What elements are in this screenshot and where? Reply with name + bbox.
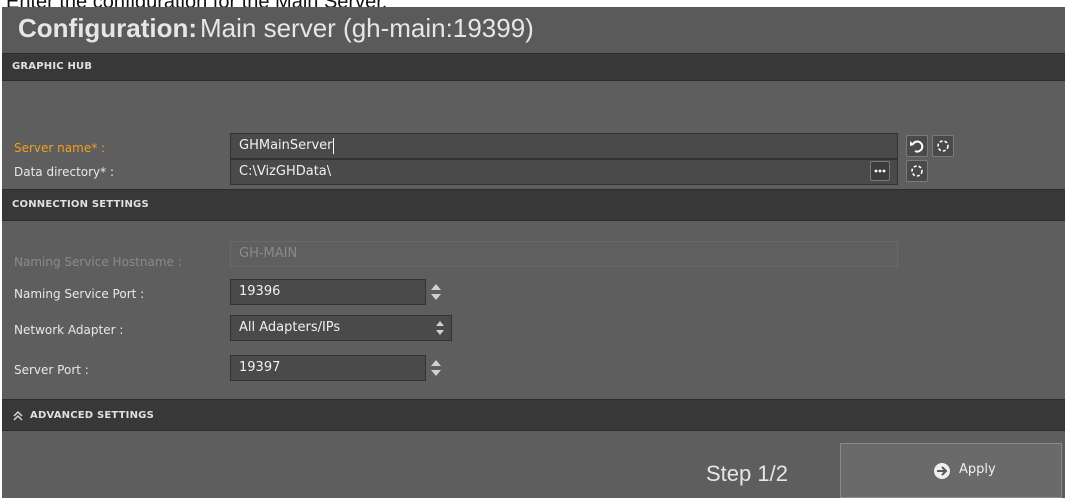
section-label: ADVANCED SETTINGS: [30, 410, 154, 421]
reset-server-name-button[interactable]: [932, 135, 954, 157]
undo-icon: [910, 140, 924, 153]
network-adapter-label: Network Adapter :: [14, 323, 124, 337]
apply-button[interactable]: Apply: [840, 443, 1062, 498]
section-advanced-settings[interactable]: ADVANCED SETTINGS: [2, 399, 1065, 431]
section-label: GRAPHIC HUB: [12, 61, 93, 72]
undo-button[interactable]: [906, 135, 928, 157]
naming-service-port-input[interactable]: 19396: [230, 279, 426, 305]
server-port-input[interactable]: 19397: [230, 355, 426, 381]
configuration-panel: Configuration: Main server (gh-main:1939…: [2, 7, 1065, 498]
naming-service-port-label: Naming Service Port :: [14, 287, 145, 301]
server-name-label: Server name* :: [14, 141, 106, 155]
reset-icon: [937, 140, 949, 152]
data-directory-input[interactable]: C:\VizGHData\: [230, 159, 898, 185]
dropdown-spinner-icon: [436, 321, 444, 335]
arrow-circle-right-icon: [934, 463, 950, 479]
naming-service-port-value: 19396: [239, 284, 281, 299]
apply-label: Apply: [959, 462, 996, 477]
reset-data-directory-button[interactable]: [906, 160, 928, 182]
step-indicator: Step 1/2: [706, 461, 788, 486]
naming-service-hostname-input: GH-MAIN: [230, 241, 898, 267]
section-connection-settings: CONNECTION SETTINGS: [2, 189, 1065, 221]
title-bar: Configuration: Main server (gh-main:1939…: [2, 7, 1065, 53]
server-port-label: Server Port :: [14, 363, 89, 377]
spinner-icon[interactable]: [429, 356, 443, 380]
server-name-input[interactable]: GHMainServer: [230, 133, 898, 159]
browse-button[interactable]: [870, 161, 890, 181]
chevron-double-up-icon: [13, 411, 23, 421]
section-graphic-hub: GRAPHIC HUB: [2, 53, 1065, 81]
naming-service-hostname-label: Naming Service Hostname :: [14, 255, 182, 269]
spinner-icon[interactable]: [429, 280, 443, 304]
network-adapter-select[interactable]: All Adapters/IPs: [230, 315, 452, 341]
data-directory-value: C:\VizGHData\: [239, 164, 332, 179]
section-label: CONNECTION SETTINGS: [12, 199, 149, 210]
server-port-value: 19397: [239, 360, 281, 375]
title-server: Main server (gh-main:19399): [200, 13, 534, 43]
naming-service-hostname-value: GH-MAIN: [239, 246, 298, 261]
browse-icon: [874, 169, 886, 173]
server-name-value: GHMainServer: [239, 138, 333, 153]
data-directory-label: Data directory* :: [14, 165, 115, 179]
reset-icon: [911, 165, 923, 177]
title-prefix: Configuration:: [18, 13, 198, 43]
network-adapter-value: All Adapters/IPs: [239, 320, 341, 335]
